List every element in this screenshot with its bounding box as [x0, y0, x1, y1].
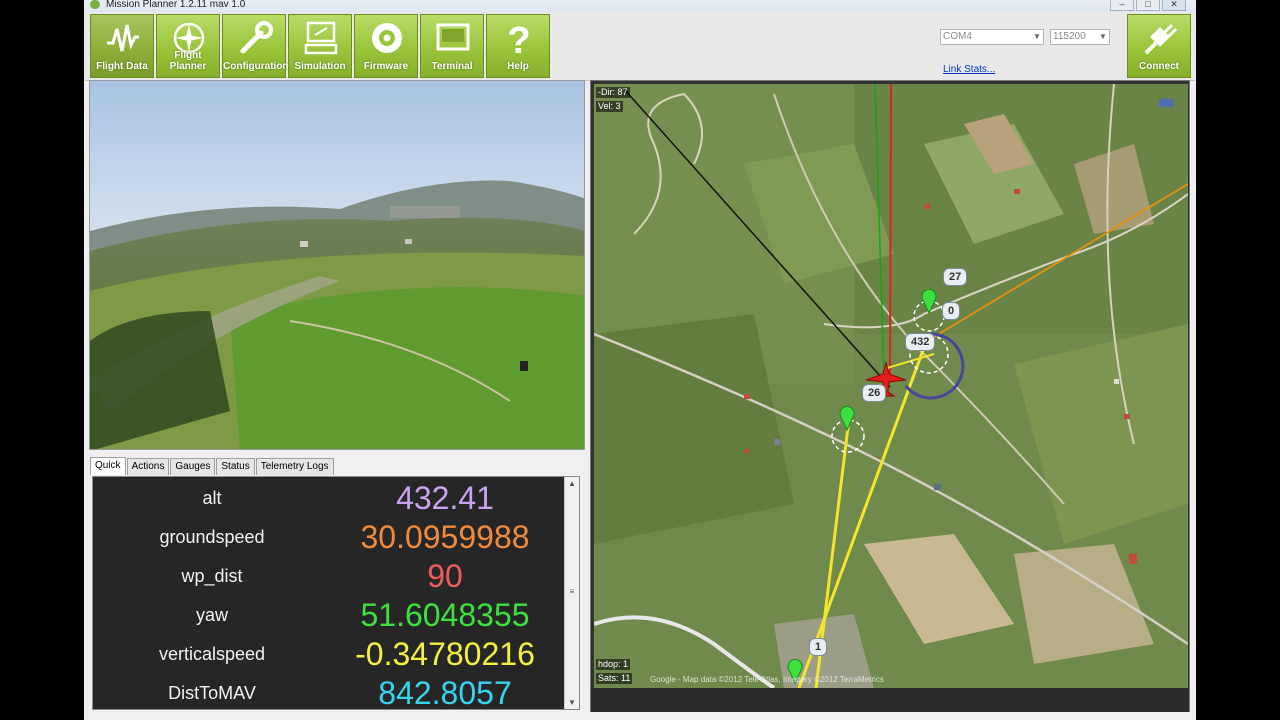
waypoint-label[interactable]: 1	[809, 638, 828, 656]
velocity-readout: Vel: 3	[596, 101, 623, 112]
quick-value: 842.8057	[378, 675, 512, 711]
waypoint-label[interactable]: 27	[943, 268, 968, 286]
scroll-up-icon[interactable]: ▲	[565, 479, 579, 488]
scroll-grip-icon[interactable]: ≡	[565, 587, 579, 596]
quick-label: DistToMAV	[168, 683, 256, 703]
quick-row-yaw[interactable]: yaw 51.6048355	[93, 596, 569, 635]
map-status-bar	[591, 688, 1189, 712]
map-panel: 27 0 432 26 1 -Dir: 87 Vel: 3 hdop: 1 Sa…	[590, 80, 1190, 712]
configuration-button[interactable]: Configuration	[222, 14, 289, 78]
quick-value: 51.6048355	[360, 597, 530, 633]
configuration-label: Configuration	[223, 61, 289, 72]
sats-readout: Sats: 11	[596, 673, 633, 684]
flight-planner-label: Flight Planner	[169, 50, 207, 72]
hud-video-feed	[89, 80, 585, 450]
quick-label: alt	[202, 488, 222, 508]
panel-tabs: Quick Actions Gauges Status Telemetry Lo…	[90, 457, 335, 475]
terminal-label: Terminal	[431, 61, 473, 72]
terminal-button[interactable]: Terminal	[420, 14, 484, 78]
satellite-map[interactable]: 27 0 432 26 1 -Dir: 87 Vel: 3 hdop: 1 Sa…	[594, 84, 1188, 688]
simulation-icon	[304, 21, 338, 55]
quick-scrollbar[interactable]: ▲ ≡ ▼	[564, 477, 579, 709]
chevron-down-icon: ▼	[1033, 32, 1041, 41]
direction-readout: -Dir: 87	[596, 87, 630, 98]
baud-rate-select[interactable]: 115200 ▼	[1050, 29, 1110, 45]
minimize-button[interactable]: –	[1110, 0, 1134, 11]
quick-value: -0.34780216	[355, 636, 535, 672]
question-icon: ?	[507, 20, 530, 57]
tab-telemetry-logs[interactable]: Telemetry Logs	[255, 458, 334, 475]
main-toolbar: Flight Data Flight Planner Configuration	[84, 12, 1196, 81]
quick-label: yaw	[195, 605, 228, 625]
waypoint-marker-icon[interactable]	[920, 288, 938, 314]
help-label: Help	[507, 61, 529, 72]
quick-row-disttomav[interactable]: DistToMAV 842.8057	[93, 674, 569, 713]
tab-gauges[interactable]: Gauges	[170, 458, 216, 475]
connect-label: Connect	[1139, 61, 1179, 72]
plug-icon	[1144, 23, 1178, 55]
firmware-label: Firmware	[363, 61, 409, 72]
waypoint-label[interactable]: 26	[862, 384, 887, 402]
tab-status[interactable]: Status	[216, 458, 255, 475]
window-title: Mission Planner 1.2.11 mav 1.0	[106, 0, 246, 10]
hdop-readout: hdop: 1	[596, 659, 631, 670]
baud-rate-value: 115200	[1053, 31, 1086, 42]
disc-icon	[372, 23, 402, 53]
connect-button[interactable]: Connect	[1127, 14, 1191, 78]
quick-value: 432.41	[396, 480, 494, 516]
quick-label: wp_dist	[181, 566, 243, 586]
link-stats-link[interactable]: Link Stats...	[943, 64, 995, 75]
simulation-label: Simulation	[294, 61, 346, 72]
quick-label: groundspeed	[159, 527, 265, 547]
tab-actions[interactable]: Actions	[126, 458, 170, 475]
waypoint-label[interactable]: 0	[942, 302, 961, 320]
title-bar: Mission Planner 1.2.11 mav 1.0 – □ ✕	[84, 0, 1196, 12]
mission-planner-window: Mission Planner 1.2.11 mav 1.0 – □ ✕ Fli…	[84, 0, 1196, 720]
map-copyright: Google - Map data ©2012 Tele Atlas, Imag…	[650, 675, 884, 684]
help-button[interactable]: ? Help	[486, 14, 550, 78]
terminal-icon	[436, 23, 470, 51]
quick-row-wp-dist[interactable]: wp_dist 90	[93, 557, 569, 596]
close-button[interactable]: ✕	[1162, 0, 1186, 11]
com-port-value: COM4	[943, 31, 972, 42]
maximize-button[interactable]: □	[1136, 0, 1160, 11]
quick-row-alt[interactable]: alt 432.41	[93, 479, 569, 518]
chevron-down-icon: ▼	[1099, 32, 1107, 41]
svg-text:?: ?	[507, 20, 530, 57]
flight-data-label: Flight Data	[96, 61, 148, 72]
quick-value: 30.0959988	[360, 519, 530, 555]
aerial-video-image	[90, 81, 584, 449]
firmware-button[interactable]: Firmware	[354, 14, 418, 78]
waypoint-label[interactable]: 432	[905, 333, 936, 351]
wrench-icon	[240, 21, 273, 54]
com-port-select[interactable]: COM4 ▼	[940, 29, 1044, 45]
quick-label: verticalspeed	[158, 644, 266, 664]
flight-planner-button[interactable]: Flight Planner	[156, 14, 220, 78]
quick-value: 90	[427, 558, 463, 594]
waypoint-marker-icon[interactable]	[838, 405, 856, 431]
app-icon	[90, 0, 100, 9]
flight-data-icon	[107, 24, 139, 52]
simulation-button[interactable]: Simulation	[288, 14, 352, 78]
scroll-down-icon[interactable]: ▼	[565, 698, 579, 707]
quick-row-verticalspeed[interactable]: verticalspeed -0.34780216	[93, 635, 569, 674]
quick-row-groundspeed[interactable]: groundspeed 30.0959988	[93, 518, 569, 557]
quick-view-panel: alt 432.41 groundspeed 30.0959988 wp_dis…	[92, 476, 580, 713]
flight-data-button[interactable]: Flight Data	[90, 14, 154, 78]
tab-quick[interactable]: Quick	[90, 457, 126, 475]
